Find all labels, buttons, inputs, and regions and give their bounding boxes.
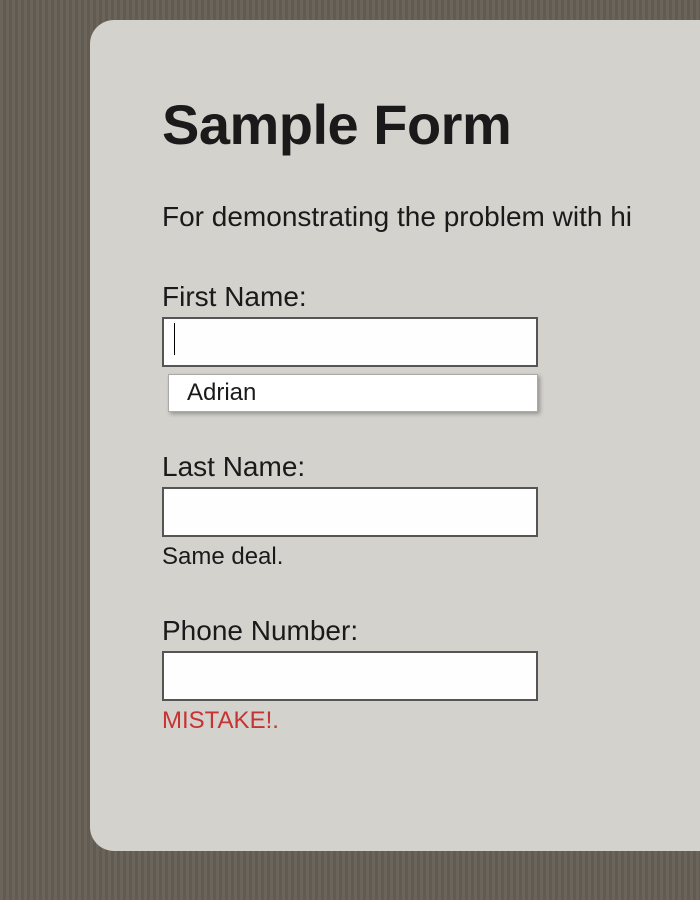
form-subtitle: For demonstrating the problem with hi bbox=[162, 201, 700, 233]
first-name-group: First Name: Adrian bbox=[162, 281, 700, 367]
last-name-group: Last Name: Same deal. bbox=[162, 451, 700, 571]
phone-error: MISTAKE!. bbox=[162, 707, 700, 735]
phone-group: Phone Number: MISTAKE!. bbox=[162, 615, 700, 735]
last-name-hint: Same deal. bbox=[162, 543, 700, 571]
autocomplete-dropdown[interactable]: Adrian bbox=[168, 374, 538, 412]
form-card: Sample Form For demonstrating the proble… bbox=[90, 20, 700, 851]
first-name-label: First Name: bbox=[162, 281, 700, 313]
form-title: Sample Form bbox=[162, 92, 700, 157]
last-name-input[interactable] bbox=[162, 487, 538, 537]
first-name-input[interactable] bbox=[162, 317, 538, 367]
text-cursor bbox=[174, 323, 175, 355]
last-name-label: Last Name: bbox=[162, 451, 700, 483]
autocomplete-suggestion: Adrian bbox=[187, 379, 256, 406]
phone-label: Phone Number: bbox=[162, 615, 700, 647]
phone-input[interactable] bbox=[162, 651, 538, 701]
